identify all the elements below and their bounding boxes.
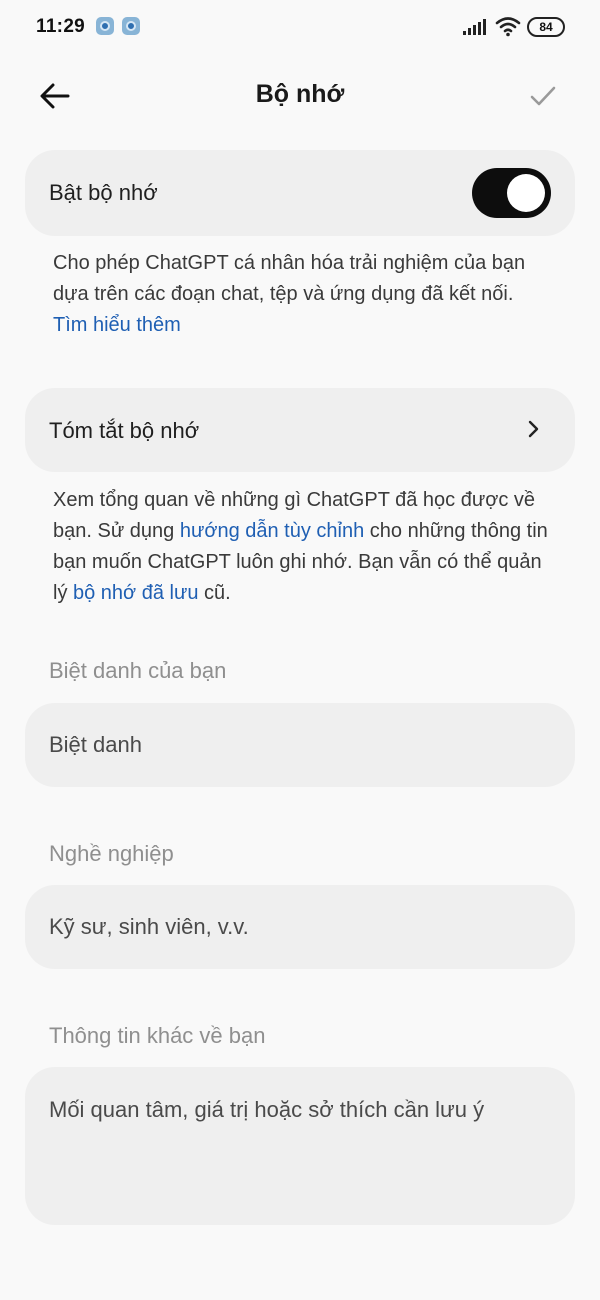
summary-description-part3: cũ. (198, 582, 231, 604)
memory-toggle-label: Bật bộ nhớ (49, 180, 158, 205)
memory-toggle-switch[interactable] (472, 168, 551, 218)
wifi-icon (495, 17, 521, 37)
learn-more-link[interactable]: Tìm hiểu thêm (53, 314, 181, 336)
more-about-you-placeholder: Mối quan tâm, giá trị hoặc sở thích cần … (49, 1097, 485, 1122)
confirm-button[interactable] (514, 70, 572, 122)
occupation-section-label: Nghề nghiệp (49, 841, 174, 866)
memory-summary-label: Tóm tắt bộ nhớ (49, 418, 200, 443)
more-about-you-field[interactable]: Mối quan tâm, giá trị hoặc sở thích cần … (25, 1067, 575, 1225)
nickname-placeholder: Biệt danh (49, 732, 142, 757)
signal-icon (463, 19, 486, 35)
chevron-right-icon (528, 420, 539, 438)
memory-summary-row[interactable]: Tóm tắt bộ nhớ (25, 388, 575, 472)
occupation-placeholder: Kỹ sư, sinh viên, v.v. (49, 914, 249, 939)
memory-toggle-row[interactable]: Bật bộ nhớ (25, 150, 575, 236)
custom-instructions-link[interactable]: hướng dẫn tùy chỉnh (180, 520, 364, 542)
memory-settings-screen: 11:29 84 Bộ nhớ Bật bộ nhớ Cho phép Chat… (0, 0, 600, 1300)
summary-description: Xem tổng quan về những gì ChatGPT đã học… (53, 485, 553, 609)
check-icon (530, 86, 556, 106)
status-time: 11:29 (36, 16, 86, 37)
occupation-field[interactable]: Kỹ sư, sinh viên, v.v. (25, 885, 575, 969)
memory-description: Cho phép ChatGPT cá nhân hóa trải nghiệm… (53, 248, 553, 341)
notification-app-icon (96, 17, 114, 35)
toggle-knob (507, 174, 545, 212)
page-title: Bộ nhớ (255, 80, 345, 108)
notification-app-icon (122, 17, 140, 35)
status-bar: 11:29 84 (0, 0, 600, 56)
nickname-field[interactable]: Biệt danh (25, 703, 575, 787)
nickname-section-label: Biệt danh của bạn (49, 658, 227, 683)
memory-description-text: Cho phép ChatGPT cá nhân hóa trải nghiệm… (53, 252, 526, 305)
battery-icon: 84 (527, 17, 565, 37)
more-about-you-section-label: Thông tin khác về bạn (49, 1023, 266, 1048)
saved-memories-link[interactable]: bộ nhớ đã lưu (73, 582, 198, 604)
